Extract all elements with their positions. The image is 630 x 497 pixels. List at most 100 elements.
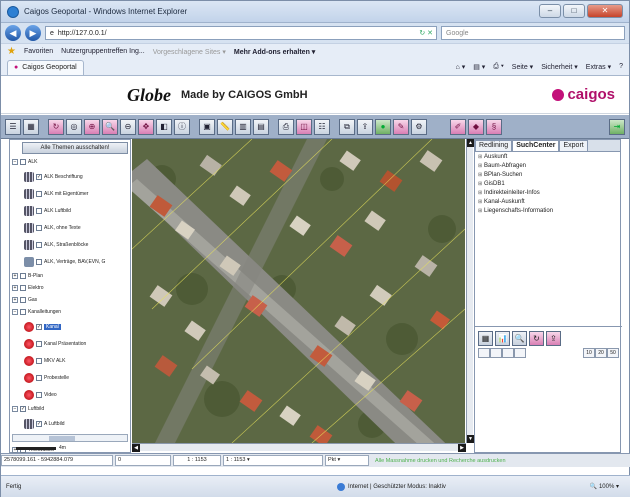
layer-tree-item[interactable]: ALK, Straßenblöcke (10, 236, 130, 253)
favorite-link-2[interactable]: Vorgeschlagene Sites ▾ (153, 48, 226, 56)
browser-tab[interactable]: ● Caigos Geoportal (7, 59, 84, 75)
layer-tree-item[interactable]: − ✓ Luftbild (10, 403, 130, 415)
refresh-icon[interactable]: ↻ ✕ (416, 29, 436, 37)
expander-icon[interactable]: + (12, 285, 18, 291)
page-prev[interactable] (490, 348, 502, 358)
security-zone[interactable]: Internet | Geschützter Modus: Inaktiv (337, 482, 446, 491)
edit-icon[interactable]: ✐ (450, 118, 466, 135)
minimize-button[interactable]: – (539, 4, 561, 18)
expand-icon[interactable]: ⊞ (478, 181, 482, 187)
measure-icon[interactable]: 📏 (217, 118, 233, 135)
print-hint[interactable]: Alle Massnahme drucken und Recherche aus… (371, 458, 506, 464)
address-url[interactable]: http://127.0.0.1/ (58, 30, 107, 37)
layer-tree-item[interactable]: ✓ ALK Beschriftung (10, 168, 130, 185)
search-item[interactable]: ⊞ BPlan-Suchen (475, 170, 620, 179)
layer-tree-item[interactable]: Kanal Präsentation (10, 335, 130, 352)
layer-tree-item[interactable]: ALK mit Eigentümer (10, 185, 130, 202)
favorite-link-1[interactable]: Nutzergruppentreffen Ing... (61, 48, 145, 55)
expand-icon[interactable]: ⊞ (478, 163, 482, 169)
tab-export[interactable]: Export (559, 140, 588, 151)
expander-icon[interactable]: + (12, 297, 18, 303)
expand-icon[interactable]: ⊞ (478, 190, 482, 196)
favorites-star-icon[interactable]: ★ (7, 46, 16, 57)
expander-icon[interactable]: − (12, 309, 18, 315)
full-extent-icon[interactable]: ◎ (66, 118, 82, 135)
layer-checkbox[interactable] (36, 207, 42, 214)
page-next[interactable] (502, 348, 514, 358)
zoom-level[interactable]: 🔍 100% ▾ (590, 483, 619, 490)
expander-icon[interactable]: − (12, 406, 18, 412)
layer-checkbox[interactable] (36, 374, 42, 381)
copy-icon[interactable]: ⧉ (339, 118, 355, 135)
search-item[interactable]: ⊞ GisDB1 (475, 179, 620, 188)
close-button[interactable]: ✕ (587, 4, 623, 18)
search-input[interactable]: Google (441, 26, 625, 40)
layer-icon[interactable]: ◫ (296, 118, 312, 135)
favorites-button[interactable]: Favoriten (24, 48, 53, 55)
page-menu[interactable]: Seite ▾ (512, 63, 533, 71)
layer-tree-item[interactable]: Probestelle (10, 369, 130, 386)
forward-button[interactable]: ▶ (25, 25, 41, 41)
export-icon[interactable]: ⇪ (357, 118, 373, 135)
point-icon[interactable]: ● (375, 118, 391, 135)
scroll-right-icon[interactable]: ▶ (458, 444, 466, 452)
result-zoom-icon[interactable]: 🔍 (512, 331, 527, 346)
tab-suchcenter[interactable]: SuchCenter (512, 140, 560, 151)
redline-icon[interactable]: ✎ (393, 118, 409, 135)
expander-icon[interactable]: + (12, 273, 18, 279)
pan-icon[interactable]: ✥ (138, 118, 154, 135)
page-size-10[interactable]: 10 (583, 348, 595, 358)
scroll-up-icon[interactable]: ▲ (467, 139, 474, 147)
scale-select[interactable]: 1 : 1153 ▾ (223, 455, 323, 466)
layer-checkbox[interactable] (20, 309, 26, 315)
grid-icon[interactable]: ▦ (23, 118, 39, 135)
expander-icon[interactable]: − (12, 159, 18, 165)
layer-checkbox[interactable] (36, 224, 42, 231)
search-item[interactable]: ⊞ Liegenschafts-Information (475, 206, 620, 215)
hide-all-layers-button[interactable]: Alle Themen ausschalten! (22, 142, 128, 154)
layer-tree-item[interactable]: ✓ Kanal (10, 318, 130, 335)
layer-tree-item[interactable]: MKV ALK (10, 352, 130, 369)
page-size-20[interactable]: 20 (595, 348, 607, 358)
maximize-button[interactable]: □ (563, 4, 585, 18)
list-icon[interactable]: ☷ (314, 118, 330, 135)
result-export-icon[interactable]: ⇪ (546, 331, 561, 346)
layer-tree-item[interactable]: − Kanalleitungen (10, 306, 130, 318)
layer-tree-item[interactable]: + Elektro (10, 282, 130, 294)
legend-icon[interactable]: ☰ (5, 118, 21, 135)
scroll-down-icon[interactable]: ▼ (467, 435, 474, 443)
info-icon[interactable]: ⓘ (174, 118, 190, 135)
search-item[interactable]: ⊞ Baum-Abfragen (475, 161, 620, 170)
search-item[interactable]: ⊞ Auskunft (475, 152, 620, 161)
layer-checkbox[interactable]: ✓ (20, 406, 26, 412)
layer-checkbox[interactable] (36, 241, 42, 248)
safety-menu[interactable]: Sicherheit ▾ (541, 63, 578, 71)
layer-tree-item[interactable]: + Gas (10, 294, 130, 306)
layer-checkbox[interactable]: ✓ (36, 173, 42, 180)
exit-icon[interactable]: ⇥ (609, 118, 625, 135)
search-item[interactable]: ⊞ Indirekteinleiter-Infos (475, 188, 620, 197)
page-first[interactable] (478, 348, 490, 358)
layer-checkbox[interactable] (36, 340, 42, 347)
layer-tree-item[interactable]: + B-Plan (10, 270, 130, 282)
zoom-window-icon[interactable]: 🔍 (102, 118, 118, 135)
help-icon[interactable]: ? (619, 63, 623, 71)
table-icon[interactable]: ▤ (253, 118, 269, 135)
zoom-out-icon[interactable]: ⊖ (120, 118, 136, 135)
print-map-icon[interactable]: ⎙ (278, 118, 294, 135)
layer-checkbox[interactable]: ✓ (36, 323, 42, 330)
layer-checkbox[interactable] (20, 285, 26, 291)
expand-icon[interactable]: ⊞ (478, 172, 482, 178)
unit-select[interactable]: Pkt ▾ (325, 455, 369, 466)
layer-checkbox[interactable] (20, 273, 26, 279)
previous-view-icon[interactable]: ◧ (156, 118, 172, 135)
layer-hscrollbar[interactable] (12, 434, 128, 442)
feeds-icon[interactable]: ▤ ▾ (473, 63, 485, 71)
layer-checkbox[interactable] (36, 357, 42, 364)
layer-tree-item[interactable]: ALK Luftbild (10, 202, 130, 219)
print-icon[interactable]: ⎙ ▾ (493, 63, 504, 71)
table-view-icon[interactable]: ▦ (478, 331, 493, 346)
area-icon[interactable]: ▥ (235, 118, 251, 135)
home-icon[interactable]: ⌂ ▾ (456, 63, 466, 71)
address-bar[interactable]: e http://127.0.0.1/ ↻ ✕ (45, 26, 437, 40)
